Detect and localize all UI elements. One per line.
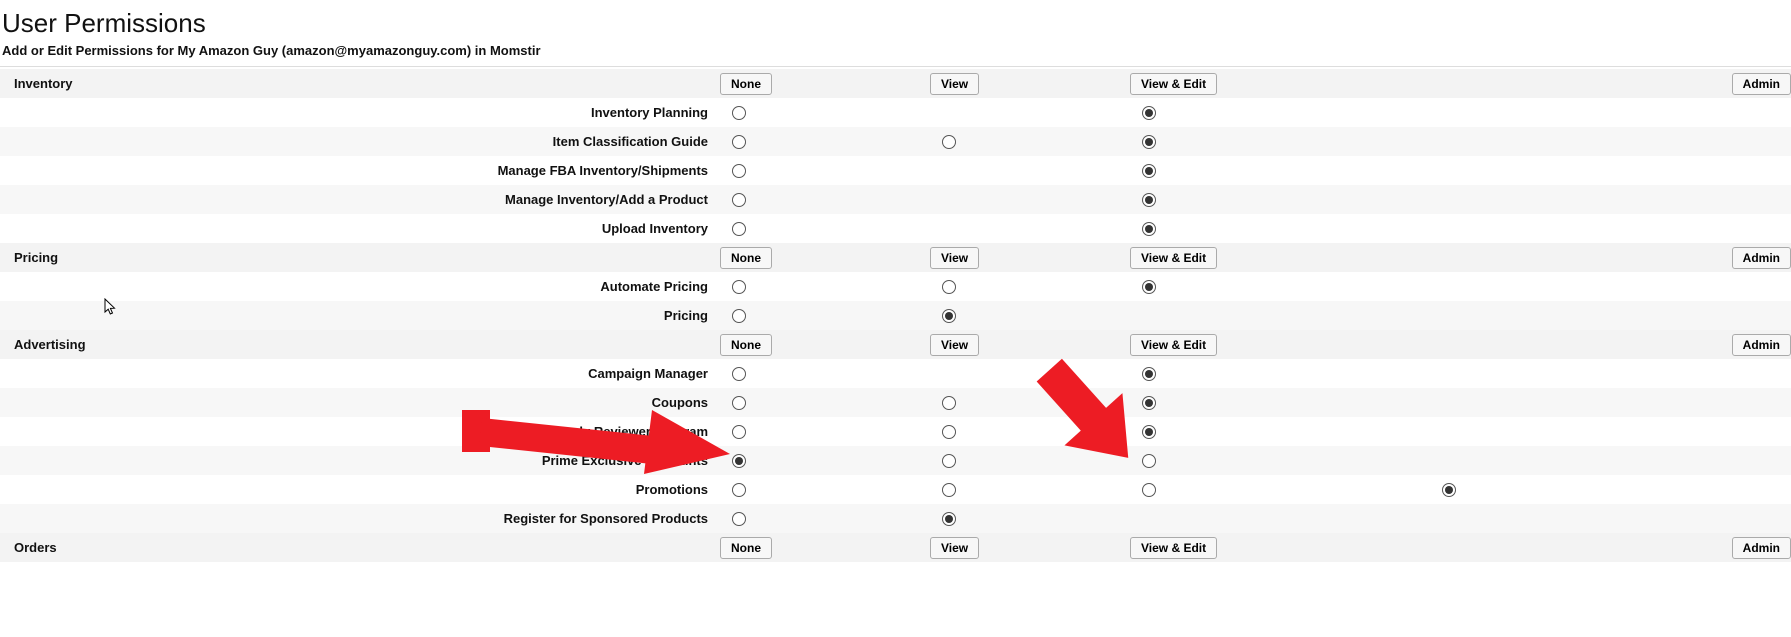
radio-none[interactable] [732,193,746,207]
radio-view[interactable] [942,396,956,410]
permission-row: Pricing [0,301,1791,330]
radio-view-edit[interactable] [1142,367,1156,381]
header-admin-button[interactable]: Admin [1732,247,1791,269]
permission-label: Early Reviewer Program [0,424,720,439]
permission-label: Prime Exclusive Discounts [0,453,720,468]
header-none-button[interactable]: None [720,537,772,559]
header-view-edit-button[interactable]: View & Edit [1130,247,1217,269]
header-view-edit-button[interactable]: View & Edit [1130,334,1217,356]
radio-view-edit[interactable] [1142,396,1156,410]
permission-label: Manage Inventory/Add a Product [0,192,720,207]
header-none-button[interactable]: None [720,247,772,269]
permission-label: Inventory Planning [0,105,720,120]
permission-row: Early Reviewer Program [0,417,1791,446]
permission-label: Manage FBA Inventory/Shipments [0,163,720,178]
section-header-row: Pricing None View View & Edit Admin [0,243,1791,272]
header-view-button[interactable]: View [930,334,979,356]
permission-label: Register for Sponsored Products [0,511,720,526]
section-name: Advertising [0,337,86,352]
radio-none[interactable] [732,309,746,323]
radio-view-edit[interactable] [1142,164,1156,178]
radio-view-edit[interactable] [1142,193,1156,207]
permission-row: Manage Inventory/Add a Product [0,185,1791,214]
radio-none[interactable] [732,512,746,526]
radio-view-edit[interactable] [1142,222,1156,236]
permission-row: Upload Inventory [0,214,1791,243]
page-title: User Permissions [2,8,1791,39]
permission-label: Upload Inventory [0,221,720,236]
header-admin-button[interactable]: Admin [1732,537,1791,559]
header-admin-button[interactable]: Admin [1732,334,1791,356]
permissions-table: InventoryNoneViewView & EditAdminInvento… [0,69,1791,562]
section-header-row: Inventory None View View & Edit Admin [0,69,1791,98]
section-name: Inventory [0,76,73,91]
permission-row: Manage FBA Inventory/Shipments [0,156,1791,185]
radio-none[interactable] [732,164,746,178]
header-view-button[interactable]: View [930,73,979,95]
radio-none[interactable] [732,222,746,236]
header-view-button[interactable]: View [930,247,979,269]
radio-none[interactable] [732,454,746,468]
permission-row: Item Classification Guide [0,127,1791,156]
permission-label: Automate Pricing [0,279,720,294]
section-name: Orders [0,540,57,555]
radio-view-edit[interactable] [1142,425,1156,439]
permission-label: Pricing [0,308,720,323]
radio-none[interactable] [732,106,746,120]
radio-view-edit[interactable] [1142,280,1156,294]
header-view-edit-button[interactable]: View & Edit [1130,73,1217,95]
radio-admin[interactable] [1442,483,1456,497]
radio-none[interactable] [732,396,746,410]
radio-none[interactable] [732,280,746,294]
radio-none[interactable] [732,367,746,381]
radio-view[interactable] [942,309,956,323]
permission-row: Inventory Planning [0,98,1791,127]
permission-label: Promotions [0,482,720,497]
radio-view-edit[interactable] [1142,106,1156,120]
section-name: Pricing [0,250,58,265]
permission-row: Campaign Manager [0,359,1791,388]
page-subtitle: Add or Edit Permissions for My Amazon Gu… [2,43,1791,58]
radio-view[interactable] [942,135,956,149]
radio-view[interactable] [942,512,956,526]
radio-none[interactable] [732,425,746,439]
section-header-row: Orders None View View & Edit Admin [0,533,1791,562]
radio-view-edit[interactable] [1142,454,1156,468]
divider [0,66,1791,67]
permission-row: Prime Exclusive Discounts [0,446,1791,475]
radio-none[interactable] [732,135,746,149]
header-view-button[interactable]: View [930,537,979,559]
permission-row: Automate Pricing [0,272,1791,301]
header-none-button[interactable]: None [720,334,772,356]
radio-view[interactable] [942,483,956,497]
header-admin-button[interactable]: Admin [1732,73,1791,95]
permission-label: Coupons [0,395,720,410]
permission-row: Coupons [0,388,1791,417]
header-none-button[interactable]: None [720,73,772,95]
radio-none[interactable] [732,483,746,497]
radio-view[interactable] [942,280,956,294]
permission-label: Campaign Manager [0,366,720,381]
radio-view[interactable] [942,425,956,439]
radio-view-edit[interactable] [1142,483,1156,497]
radio-view-edit[interactable] [1142,135,1156,149]
section-header-row: Advertising None View View & Edit Admin [0,330,1791,359]
permission-row: Promotions [0,475,1791,504]
permission-label: Item Classification Guide [0,134,720,149]
permission-row: Register for Sponsored Products [0,504,1791,533]
radio-view[interactable] [942,454,956,468]
header-view-edit-button[interactable]: View & Edit [1130,537,1217,559]
